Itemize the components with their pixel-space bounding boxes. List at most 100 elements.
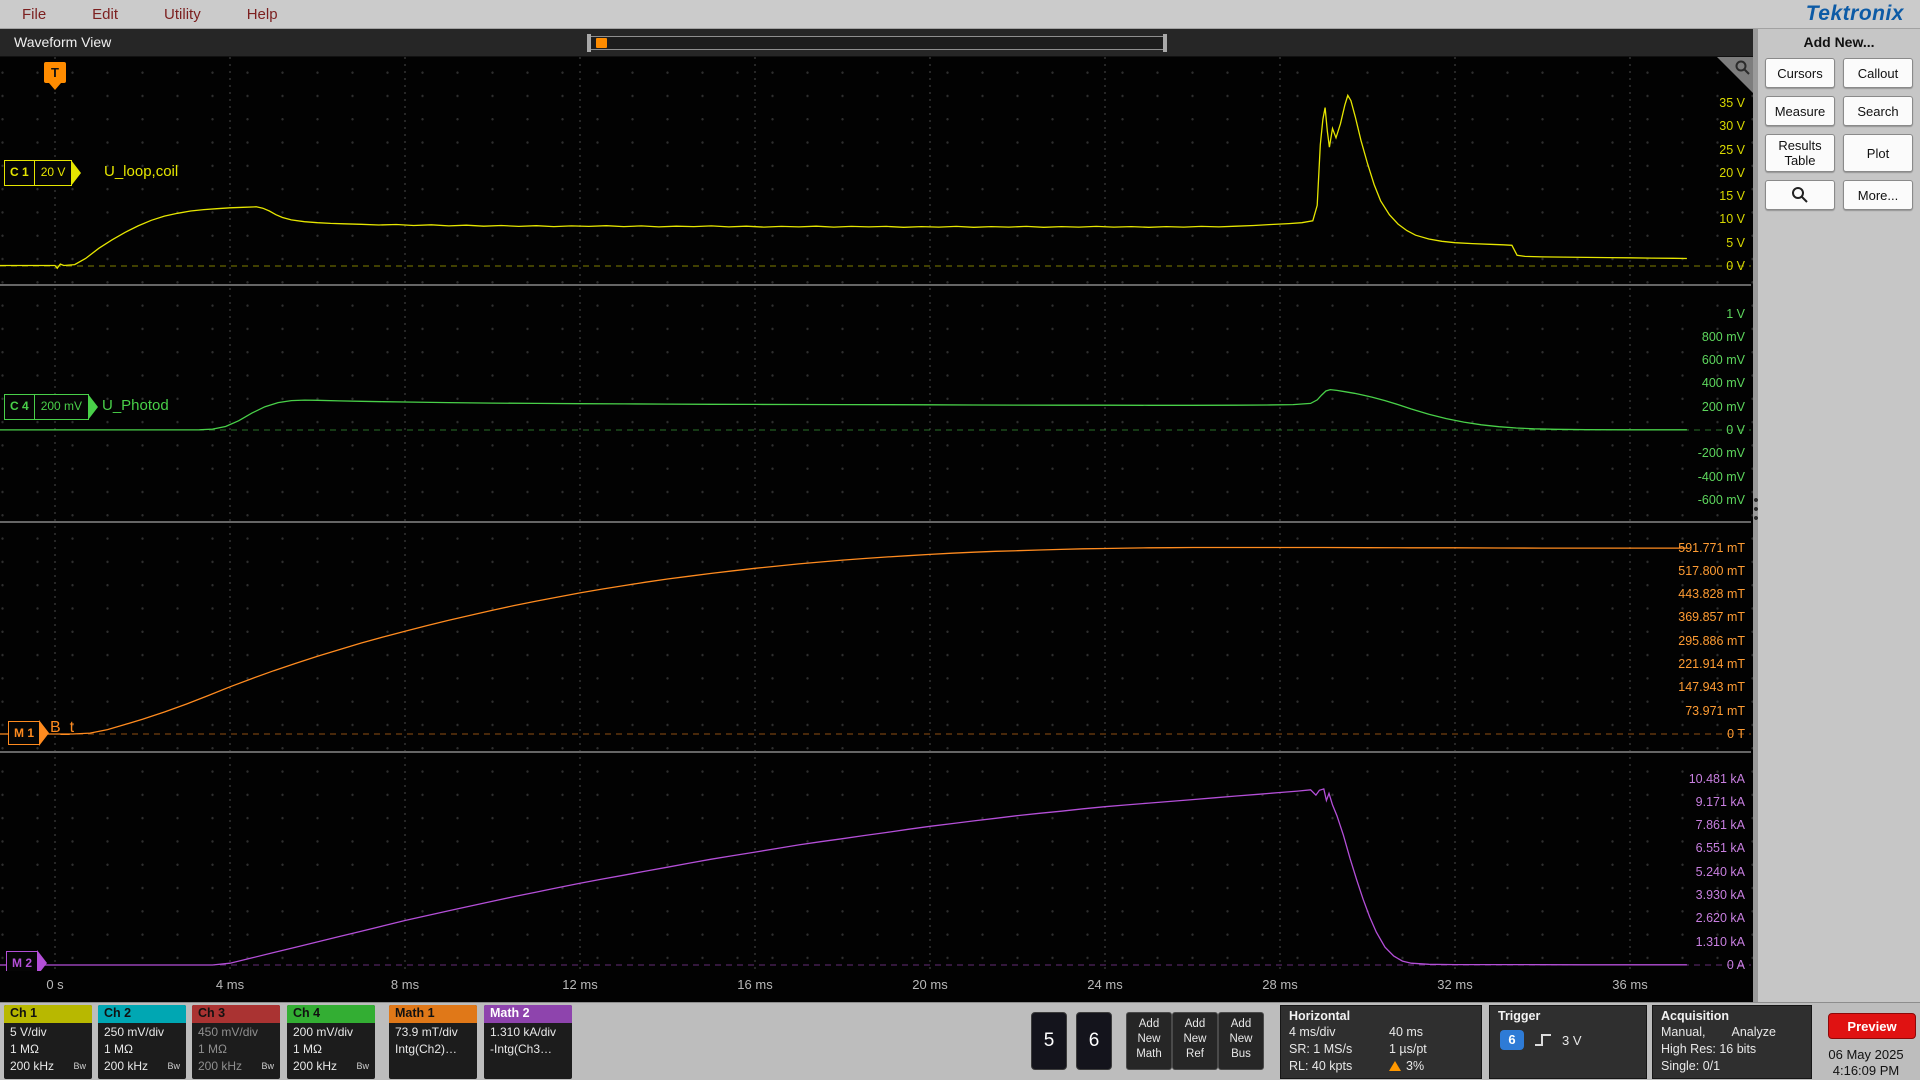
trigger-source-badge: 6 [1500,1030,1524,1050]
channel-5-button[interactable]: 5 [1031,1012,1067,1070]
math-expression: Intg(Ch2)… [395,1042,458,1056]
scale-value: 73.9 mT/div [395,1025,458,1039]
measure-button[interactable]: Measure [1765,96,1835,126]
chip-label: C 4 [10,399,29,413]
plot-button[interactable]: Plot [1843,134,1913,172]
x-axis-tick-label: 8 ms [390,977,420,992]
sample-interval: 1 µs/pt [1389,1042,1427,1056]
bandwidth-value: 200 kHz [104,1059,149,1073]
x-axis-tick-label: 36 ms [1612,977,1648,992]
add-new-math-button[interactable]: Add New Math [1126,1012,1172,1070]
menu-item-file[interactable]: File [22,6,46,23]
impedance-value: 1 MΩ [293,1042,322,1056]
bottom-bar: Ch 1 5 V/div 1 MΩ 200 kHz Bw Ch 2 250 mV/… [0,1002,1920,1080]
channel-badge-ch2[interactable]: Ch 2 250 mV/div 1 MΩ 200 kHz Bw [98,1005,186,1079]
trace-c4 [0,388,1687,431]
horizontal-pan-scrollbar[interactable] [587,34,1167,52]
scale-value: 200 mV/div [293,1025,354,1039]
impedance-value: 1 MΩ [198,1042,227,1056]
date-text: 06 May 2025 [1828,1047,1904,1062]
impedance-value: 1 MΩ [10,1042,39,1056]
more-button[interactable]: More... [1843,180,1913,210]
trigger-panel-title: Trigger [1498,1009,1541,1023]
waveform-label-m1: B_t [50,719,75,736]
channel-badge-c4[interactable]: C 4 200 mV [4,394,90,420]
magnifier-icon [1735,60,1750,75]
time-text: 4:16:09 PM [1832,1063,1900,1078]
x-axis-tick-label: 32 ms [1437,977,1473,992]
chip-label: C 1 [10,165,29,179]
x-axis-tick-label: 20 ms [912,977,948,992]
horizontal-scale: 4 ms/div [1289,1025,1336,1039]
datetime-display: 06 May 2025 4:16:09 PM [1816,1047,1916,1079]
x-axis-tick-label: 4 ms [215,977,245,992]
sample-rate: SR: 1 MS/s [1289,1042,1353,1056]
x-axis-tick-label: 24 ms [1087,977,1123,992]
channel-name: Ch 3 [192,1005,280,1023]
results-table-button[interactable]: Results Table [1765,134,1835,172]
add-new-label: Add New... [1803,34,1875,50]
search-button[interactable]: Search [1843,96,1913,126]
x-axis-tick-label: 28 ms [1262,977,1298,992]
add-new-bus-button[interactable]: Add New Bus [1218,1012,1264,1070]
menu-item-utility[interactable]: Utility [164,6,201,23]
trace-m2 [0,788,1687,966]
scale-value: 5 V/div [10,1025,47,1039]
bw-limit-indicator: Bw [261,1061,274,1071]
channel-badge-ch4[interactable]: Ch 4 200 mV/div 1 MΩ 200 kHz Bw [287,1005,375,1079]
waveform-view-title: Waveform View [14,34,112,50]
channel-name: Math 1 [389,1005,477,1023]
chip-label: M 1 [14,726,35,740]
waveform-label-c4: U_Photod [102,397,169,414]
preview-button[interactable]: Preview [1828,1013,1916,1039]
channel-6-button[interactable]: 6 [1076,1012,1112,1070]
bandwidth-value: 200 kHz [198,1059,243,1073]
acquisition-panel-title: Acquisition [1661,1009,1730,1023]
channel-name: Math 2 [484,1005,572,1023]
waveform-view: Waveform View 35 V 30 V 25 V 20 V 15 V 10 V5 … [0,29,1753,1002]
channel-name: Ch 1 [4,1005,92,1023]
warning-icon [1389,1061,1401,1071]
oscilloscope-app: File Edit Utility Help Tektronix Wavefor… [0,0,1920,1080]
bw-limit-indicator: Bw [167,1061,180,1071]
x-axis-tick-label: 0 s [46,977,64,992]
menu-item-help[interactable]: Help [247,6,278,23]
add-new-ref-button[interactable]: Add New Ref [1172,1012,1218,1070]
cursors-button[interactable]: Cursors [1765,58,1835,88]
trigger-position-icon[interactable] [596,38,607,48]
math-badge-math2[interactable]: Math 2 1.310 kA/div -Intg(Ch3… [484,1005,572,1079]
scale-value: 450 mV/div [198,1025,259,1039]
chip-offset: 20 V [33,161,72,185]
horizontal-panel[interactable]: Horizontal 4 ms/div 40 ms SR: 1 MS/s 1 µ… [1280,1005,1482,1079]
bw-limit-indicator: Bw [356,1061,369,1071]
math-expression: -Intg(Ch3… [490,1042,553,1056]
magnifier-icon [1792,187,1808,203]
zoom-button[interactable] [1765,180,1835,210]
record-length: RL: 40 kpts [1289,1059,1353,1073]
impedance-value: 1 MΩ [104,1042,133,1056]
waveform-label-c1: U_loop,coil [104,163,179,180]
x-axis: 0 s 4 ms 8 ms 12 ms 16 ms 20 ms 24 ms 28 ms 32 m… [0,971,1753,1002]
menu-item-edit[interactable]: Edit [92,6,118,23]
trigger-marker[interactable]: T [44,62,66,90]
waveform-canvas [0,57,1751,971]
callout-button[interactable]: Callout [1843,58,1913,88]
menu-bar: File Edit Utility Help Tektronix [0,0,1920,29]
trace-m1 [0,546,1687,735]
acquisition-panel[interactable]: Acquisition Manual, Analyze High Res: 16… [1652,1005,1812,1079]
bw-limit-indicator: Bw [73,1061,86,1071]
bandwidth-value: 200 kHz [10,1059,55,1073]
acquisition-analyze: Analyze [1731,1025,1776,1039]
acquisition-resolution: High Res: 16 bits [1661,1042,1757,1056]
math-badge-m1[interactable]: M 1 [8,721,41,745]
panel-splitter-handle[interactable]: • • • [1752,493,1760,532]
channel-badge-ch1[interactable]: Ch 1 5 V/div 1 MΩ 200 kHz Bw [4,1005,92,1079]
plot-area[interactable]: 35 V 30 V 25 V 20 V 15 V 10 V5 V0 V1 V 800 mV 6… [0,57,1753,975]
waveform-view-header: Waveform View [0,29,1753,57]
channel-badge-c1[interactable]: C 1 20 V [4,160,73,186]
channel-badge-ch3[interactable]: Ch 3 450 mV/div 1 MΩ 200 kHz Bw [192,1005,280,1079]
channel-name: Ch 2 [98,1005,186,1023]
math-badge-math1[interactable]: Math 1 73.9 mT/div Intg(Ch2)… [389,1005,477,1079]
acquisition-single: Single: 0/1 [1661,1059,1721,1073]
trigger-panel[interactable]: Trigger 6 3 V [1489,1005,1647,1079]
